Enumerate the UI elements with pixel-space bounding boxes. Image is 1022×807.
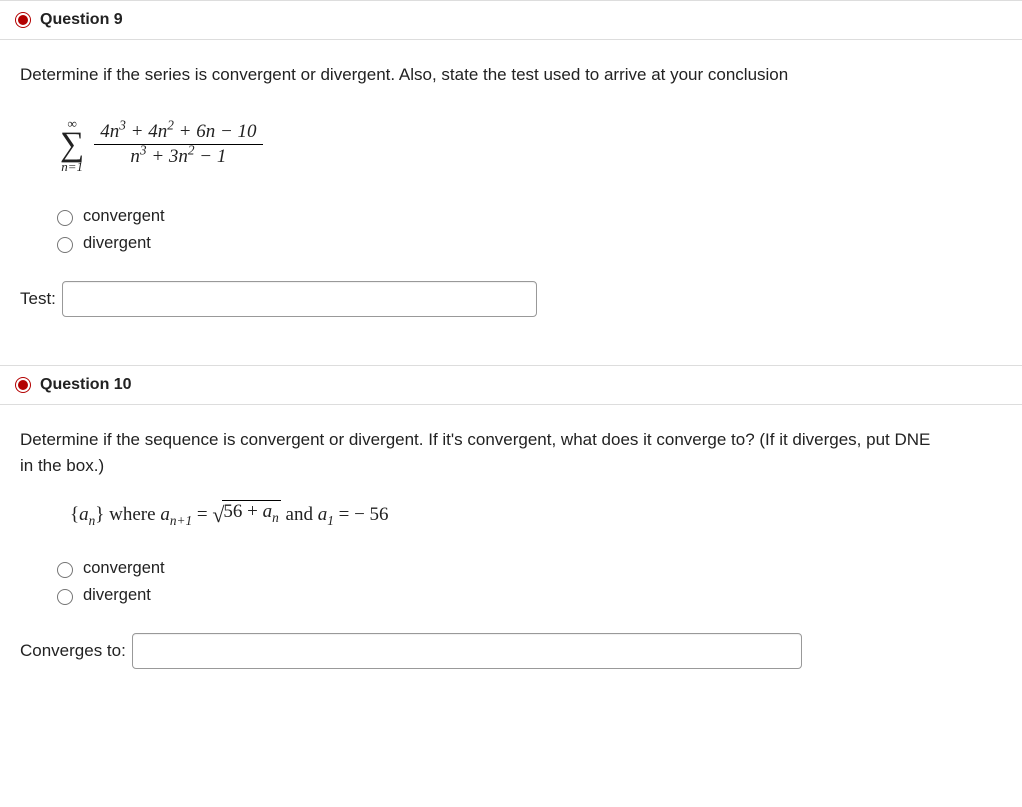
fraction: 4n3 + 4n2 + 6n − 10 n3 + 3n2 − 1	[94, 120, 262, 169]
q9-test-label: Test:	[20, 289, 56, 309]
seq-and-text: and a	[286, 504, 328, 525]
question-10-prompt: Determine if the sequence is convergent …	[20, 427, 940, 478]
sqrt-body: 56 + an	[222, 500, 280, 526]
q9-options: convergent divergent	[20, 207, 1002, 253]
q10-converges-row: Converges to:	[20, 633, 1002, 669]
q10-converges-input[interactable]	[132, 633, 802, 669]
subscript-n-plus-1: n+1	[170, 513, 192, 528]
seq-eq2: = − 56	[334, 504, 389, 525]
series-formula: ∞ ∑ n=1 4n3 + 4n2 + 6n − 10 n3 + 3n2 − 1	[20, 106, 1002, 180]
q10-converges-label: Converges to:	[20, 641, 126, 661]
q10-radio-divergent[interactable]	[57, 589, 73, 605]
question-10-block: Question 10 Determine if the sequence is…	[0, 365, 1022, 699]
q9-radio-convergent[interactable]	[57, 210, 73, 226]
sigma-lower-limit: n=1	[61, 160, 83, 173]
sequence-formula: {an} where an+1 = 56 + an and a1 = − 56	[20, 496, 1002, 533]
status-dot-icon	[16, 378, 30, 392]
sigma-icon: ∞ ∑ n=1	[60, 117, 84, 174]
q9-radio-divergent[interactable]	[57, 237, 73, 253]
q10-option-divergent[interactable]: divergent	[52, 586, 1002, 605]
subscript-1: 1	[327, 513, 334, 528]
q10-option-convergent[interactable]: convergent	[52, 559, 1002, 578]
q10-option-convergent-label: convergent	[83, 559, 165, 578]
question-9-title: Question 9	[40, 11, 123, 29]
q10-option-divergent-label: divergent	[83, 586, 151, 605]
q9-option-divergent[interactable]: divergent	[52, 234, 1002, 253]
status-dot-icon	[16, 13, 30, 27]
fraction-numerator: 4n3 + 4n2 + 6n − 10	[94, 120, 262, 145]
q9-option-convergent[interactable]: convergent	[52, 207, 1002, 226]
sqrt-icon: 56 + an	[212, 500, 280, 526]
q9-option-divergent-label: divergent	[83, 234, 151, 253]
q9-test-input[interactable]	[62, 281, 537, 317]
fraction-denominator: n3 + 3n2 − 1	[124, 145, 232, 169]
question-9-prompt: Determine if the series is convergent or…	[20, 62, 940, 88]
question-9-block: Question 9 Determine if the series is co…	[0, 0, 1022, 365]
q10-radio-convergent[interactable]	[57, 562, 73, 578]
q9-option-convergent-label: convergent	[83, 207, 165, 226]
question-10-body: Determine if the sequence is convergent …	[0, 405, 1022, 699]
question-9-header: Question 9	[0, 1, 1022, 40]
q9-test-row: Test:	[20, 281, 1002, 317]
q10-options: convergent divergent	[20, 559, 1002, 605]
question-10-title: Question 10	[40, 376, 132, 394]
question-10-header: Question 10	[0, 366, 1022, 405]
question-9-body: Determine if the series is convergent or…	[0, 40, 1022, 365]
